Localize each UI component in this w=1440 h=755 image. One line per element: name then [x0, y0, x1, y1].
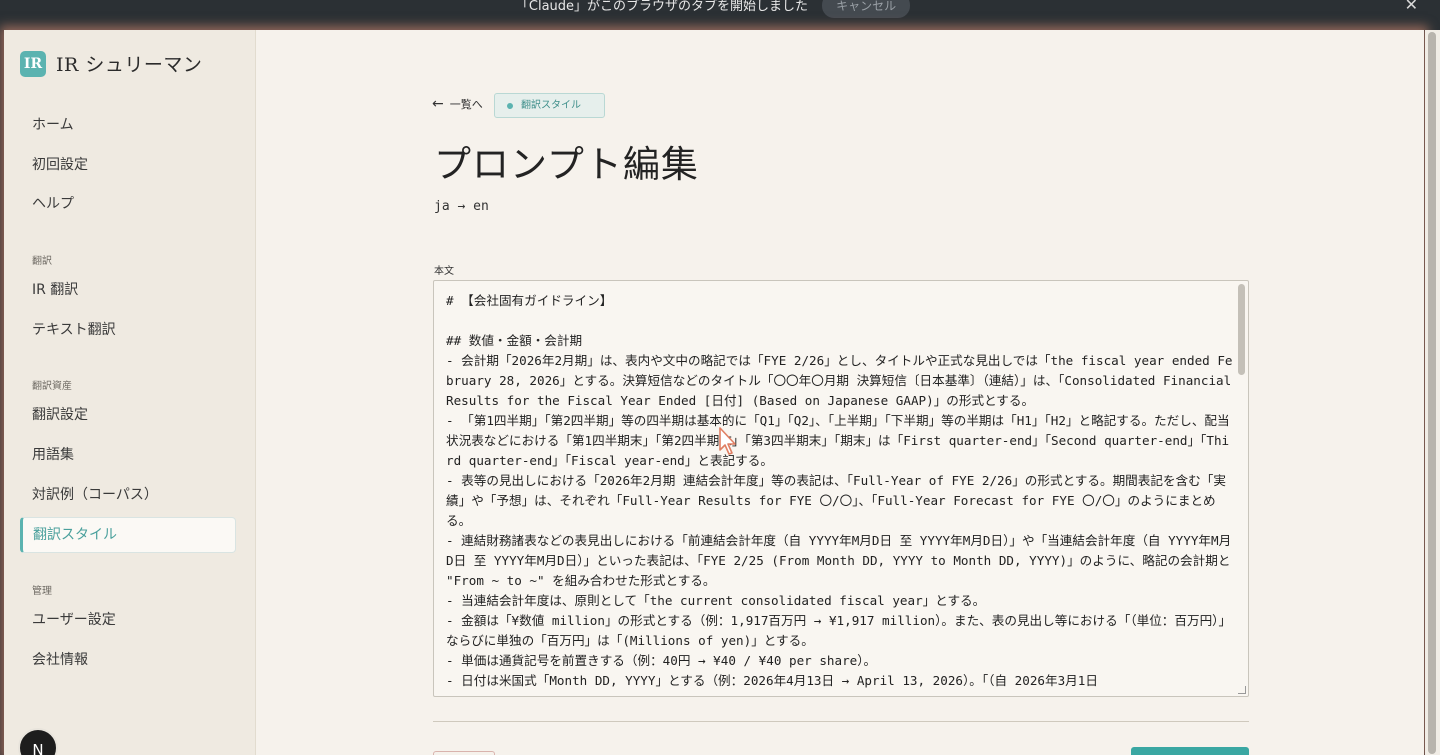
- main-content: ← 一覧へ 翻訳スタイル プロンプト編集 ja → en 本文 # 【会社固有ガイ…: [256, 30, 1424, 755]
- logo-icon: IR: [20, 50, 46, 77]
- sidebar-item-corpus[interactable]: 対訳例（コーパス）: [20, 477, 236, 513]
- notification-message: 「Claude」がこのブラウザのタブを開始しました: [515, 0, 809, 14]
- page-title: プロンプト編集: [434, 143, 699, 186]
- resize-grip-icon[interactable]: [1238, 686, 1246, 694]
- sidebar-section-assets: 翻訳資産: [32, 381, 72, 392]
- delete-button[interactable]: [433, 751, 495, 755]
- language-pair: ja → en: [434, 199, 489, 214]
- cancel-button[interactable]: キャンセル: [822, 0, 911, 18]
- app-name: IR シュリーマン: [56, 54, 203, 76]
- window-scrollbar-thumb[interactable]: [1428, 32, 1436, 754]
- sidebar-section-translation: 翻訳: [32, 256, 52, 267]
- sidebar-item-translation-settings[interactable]: 翻訳設定: [20, 397, 236, 433]
- sidebar-item-translation-style[interactable]: 翻訳スタイル: [20, 517, 236, 553]
- sidebar-item-help[interactable]: ヘルプ: [20, 186, 236, 222]
- mouse-pointer-icon: [719, 427, 736, 455]
- back-arrow-icon: ←: [432, 96, 444, 112]
- tab-sharing-notification-bar: 「Claude」がこのブラウザのタブを開始しました キャンセル ✕: [0, 0, 1440, 30]
- window-scrollbar[interactable]: [1425, 30, 1440, 755]
- prompt-body-text: # 【会社固有ガイドライン】 ## 数値・金額・会計期 - 会計期「2026年2…: [446, 293, 1233, 688]
- style-badge: 翻訳スタイル: [494, 93, 605, 118]
- sidebar-item-user-settings[interactable]: ユーザー設定: [20, 602, 236, 638]
- style-badge-label: 翻訳スタイル: [521, 100, 581, 111]
- sidebar-item-glossary[interactable]: 用語集: [20, 437, 236, 473]
- app-window: IR IR シュリーマン ホーム 初回設定 ヘルプ 翻訳 IR 翻訳 テキスト翻…: [4, 30, 1424, 755]
- close-icon[interactable]: ✕: [1405, 0, 1418, 14]
- body-label: 本文: [434, 266, 454, 277]
- divider: [433, 721, 1249, 722]
- textarea-scrollbar[interactable]: [1238, 284, 1245, 375]
- notification-message-row: 「Claude」がこのブラウザのタブを開始しました キャンセル: [0, 0, 1440, 18]
- sidebar-item-home[interactable]: ホーム: [20, 107, 236, 143]
- sidebar-section-admin: 管理: [32, 586, 52, 597]
- back-link-label: 一覧へ: [449, 98, 483, 111]
- back-link[interactable]: ← 一覧へ: [432, 96, 483, 112]
- prompt-body-textarea[interactable]: # 【会社固有ガイドライン】 ## 数値・金額・会計期 - 会計期「2026年2…: [433, 280, 1249, 697]
- sidebar: IR IR シュリーマン ホーム 初回設定 ヘルプ 翻訳 IR 翻訳 テキスト翻…: [4, 30, 256, 755]
- status-dot-icon: [507, 103, 513, 109]
- sidebar-item-text-translation[interactable]: テキスト翻訳: [20, 312, 236, 348]
- sidebar-item-ir-translation[interactable]: IR 翻訳: [20, 272, 236, 308]
- avatar[interactable]: N: [18, 728, 58, 755]
- app-logo[interactable]: IR IR シュリーマン: [20, 50, 202, 77]
- sidebar-item-initial-setup[interactable]: 初回設定: [20, 147, 236, 183]
- sidebar-item-company-info[interactable]: 会社情報: [20, 642, 236, 678]
- save-button[interactable]: [1131, 747, 1249, 755]
